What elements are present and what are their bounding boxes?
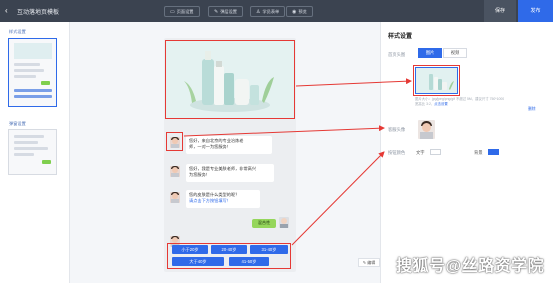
header-image-label: 首页头图: [388, 52, 406, 57]
thumbnail-line: [14, 95, 52, 98]
delete-link[interactable]: 删除: [528, 107, 536, 112]
tab-video[interactable]: 视频: [443, 48, 467, 58]
cosmetics-illustration: [166, 41, 294, 118]
thumbnail-hero: [14, 43, 52, 59]
option-button[interactable]: 大于40岁: [172, 257, 224, 266]
set-link[interactable]: 点击设置: [434, 102, 448, 106]
option-button[interactable]: 41-50岁: [229, 257, 269, 266]
text-color-label: 文字: [416, 150, 425, 155]
thumbnail-line: [14, 141, 38, 144]
user-reply-bubble: 混合性: [252, 219, 276, 228]
student-form-button[interactable]: ♙ 学员表单: [250, 6, 286, 17]
thumbnail-line: [14, 135, 44, 138]
right-panel: [380, 22, 553, 283]
eye-icon: ◉: [292, 9, 297, 15]
page-settings-button[interactable]: ▭ 页面设置: [164, 6, 200, 17]
page-settings-label: 页面设置: [176, 9, 194, 14]
hero-image[interactable]: [166, 41, 294, 118]
option-button[interactable]: 31-40岁: [250, 245, 288, 254]
thumbnail-line: [14, 63, 40, 66]
monitor-icon: ▭: [170, 9, 175, 15]
page-title: 互动落地页模板: [17, 10, 60, 16]
edit-label: 编辑: [367, 260, 376, 265]
thumbnail-line: [14, 69, 44, 72]
option-button[interactable]: 小于20岁: [172, 245, 208, 254]
image-size-note: 图片大小：jpg/jpeg/png/gif 不超过 5M，建议尺寸 750*10…: [415, 97, 545, 106]
left-section-style: 样式设置: [9, 29, 26, 34]
thumbnail-line: [14, 75, 36, 78]
text-color-swatch[interactable]: [430, 149, 441, 155]
user-avatar: [279, 217, 289, 228]
watermark: 搜狐号@丝路资学院: [396, 258, 545, 275]
button-color-label: 按钮颜色: [388, 150, 406, 155]
note-text: 宽高比 3:2，: [415, 101, 435, 106]
arrow-options: [291, 151, 385, 246]
left-section-popup: 弹窗设置: [9, 121, 26, 126]
thumbnail-green: [41, 81, 50, 85]
bg-color-swatch[interactable]: [488, 149, 499, 155]
pencil-icon: ✎: [214, 9, 219, 15]
preview-button[interactable]: ◉ 预览: [286, 6, 313, 17]
header-image-preview[interactable]: [415, 67, 458, 94]
top-bar: ‹ 互动落地页模板 ▭ 页面设置 ✎ 弹层设置 ♙ 学员表单 ◉ 预览 保存 发布: [0, 0, 553, 22]
thumbnail-line: [14, 89, 52, 92]
save-button[interactable]: 保存: [484, 0, 516, 22]
agent-avatar: [170, 137, 180, 148]
option-button[interactable]: 20-40岁: [211, 245, 247, 254]
student-form-label: 学员表单: [262, 9, 280, 14]
edit-button[interactable]: ✎ 编辑: [358, 258, 380, 267]
page-thumbnail-popup[interactable]: [8, 129, 57, 175]
chat-link-text: 请点击下方按钮填写！: [189, 197, 231, 203]
page-thumbnail-style[interactable]: [8, 38, 57, 107]
thumbnail-line: [14, 153, 34, 156]
chat-text: 为您服务！: [189, 171, 210, 177]
preview-label: 预览: [298, 9, 307, 14]
service-avatar-preview[interactable]: [418, 120, 435, 139]
chat-text: 师，一对一为您服务！: [189, 143, 231, 149]
avatar-label: 客服头像: [388, 127, 406, 132]
agent-avatar: [170, 166, 180, 177]
popup-settings-button[interactable]: ✎ 弹层设置: [208, 6, 243, 17]
user-icon: ♙: [256, 9, 261, 15]
panel-title: 样式设置: [388, 34, 413, 40]
thumbnail-green: [42, 160, 51, 164]
chat-bubble: 您好，我是专业美肤老师，非常高兴 为您服务！: [186, 164, 274, 182]
bg-color-label: 背景: [474, 150, 483, 155]
pencil-icon: ✎: [362, 260, 367, 265]
chat-bubble: 您的皮肤是什么类型的呢？ 请点击下方按钮填写！: [186, 190, 260, 208]
publish-button[interactable]: 发布: [518, 0, 553, 22]
thumbnail-line: [14, 147, 48, 150]
cosmetics-thumbnail: [416, 68, 457, 93]
agent-avatar: [170, 192, 180, 203]
chat-bubble: 您好，来自北京的专业冶炼老 师，一对一为您服务！: [186, 136, 272, 154]
tab-image[interactable]: 图片: [418, 48, 442, 58]
back-arrow-icon[interactable]: ‹: [5, 6, 8, 15]
popup-settings-label: 弹层设置: [220, 9, 237, 14]
